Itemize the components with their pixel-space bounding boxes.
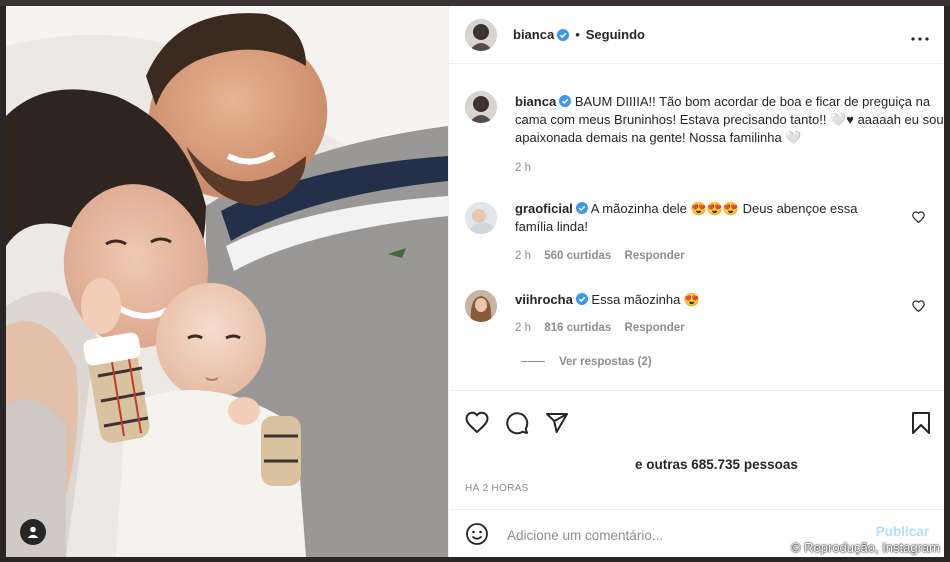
more-options-icon[interactable] — [911, 28, 929, 46]
replies-line — [521, 361, 545, 363]
comment-meta: 2 h 560 curtidas Responder — [515, 250, 685, 262]
caption-username[interactable]: bianca — [515, 94, 556, 109]
caption-avatar[interactable] — [465, 91, 497, 123]
comment-likes[interactable]: 816 curtidas — [544, 322, 611, 334]
comment-item: graoficial A mãozinha dele 😍😍😍 Deus aben… — [465, 200, 925, 270]
comment-like-heart-icon[interactable] — [912, 210, 925, 228]
verified-badge-icon — [575, 202, 588, 214]
commenter-username[interactable]: viihrocha — [515, 292, 573, 307]
caption-time: 2 h — [515, 162, 531, 174]
reply-button[interactable]: Responder — [625, 322, 685, 334]
verified-badge-icon — [575, 293, 588, 305]
reply-button[interactable]: Responder — [625, 250, 685, 262]
post-header: bianca • Seguindo — [449, 6, 944, 64]
comment-body: viihrocha Essa mãozinha 😍 — [515, 291, 895, 309]
comment-likes[interactable]: 560 curtidas — [544, 250, 611, 262]
verified-badge-icon — [557, 28, 570, 41]
heart-icon[interactable] — [465, 411, 489, 438]
comment-meta: 2 h 816 curtidas Responder — [515, 322, 685, 334]
author-avatar[interactable] — [465, 18, 497, 51]
commenter-avatar[interactable] — [465, 202, 497, 234]
post-actions: e outras 685.735 pessoas HÁ 2 HORAS Publ… — [449, 390, 944, 557]
comment-icon[interactable] — [505, 411, 529, 440]
comment-body: graoficial A mãozinha dele 😍😍😍 Deus aben… — [515, 200, 895, 236]
commenter-avatar[interactable] — [465, 290, 497, 322]
likes-summary[interactable]: e outras 685.735 pessoas — [635, 457, 798, 472]
caption-body: bianca BAUM DIIIIA!! Tão bom acordar de … — [515, 93, 944, 147]
follow-status-button[interactable]: Seguindo — [586, 27, 645, 42]
caption-text: BAUM DIIIIA!! Tão bom acordar de boa e f… — [515, 94, 944, 145]
comment-time: 2 h — [515, 250, 531, 262]
bookmark-icon[interactable] — [911, 411, 931, 440]
instagram-post-modal: bianca • Seguindo bianca BAUM DIIIIA!! T… — [6, 6, 944, 557]
caption: bianca BAUM DIIIIA!! Tão bom acordar de … — [465, 89, 944, 189]
publish-button[interactable]: Publicar — [876, 524, 929, 539]
smiley-icon[interactable] — [465, 522, 489, 551]
comment-time: 2 h — [515, 322, 531, 334]
separator-dot: • — [575, 27, 580, 42]
comment-like-heart-icon[interactable] — [912, 299, 925, 317]
commenter-username[interactable]: graoficial — [515, 201, 573, 216]
family-photo-illustration — [6, 6, 448, 557]
view-replies-button[interactable]: Ver respostas (2) — [521, 356, 652, 368]
author-username[interactable]: bianca — [513, 27, 554, 42]
post-details-panel: bianca • Seguindo bianca BAUM DIIIIA!! T… — [448, 6, 944, 557]
photo-credit: © Reprodução, Instagram — [790, 540, 940, 555]
post-timestamp: HÁ 2 HORAS — [465, 483, 529, 494]
view-replies-label[interactable]: Ver respostas (2) — [559, 356, 652, 368]
user-tag-icon[interactable] — [20, 519, 46, 545]
comment-text: Essa mãozinha 😍 — [591, 292, 701, 307]
paper-plane-icon[interactable] — [545, 411, 569, 440]
verified-badge-icon — [559, 95, 572, 107]
post-photo[interactable] — [6, 6, 448, 557]
comments-list[interactable]: bianca BAUM DIIIIA!! Tão bom acordar de … — [449, 64, 944, 390]
comment-item: viihrocha Essa mãozinha 😍 2 h 816 curtid… — [465, 290, 925, 380]
